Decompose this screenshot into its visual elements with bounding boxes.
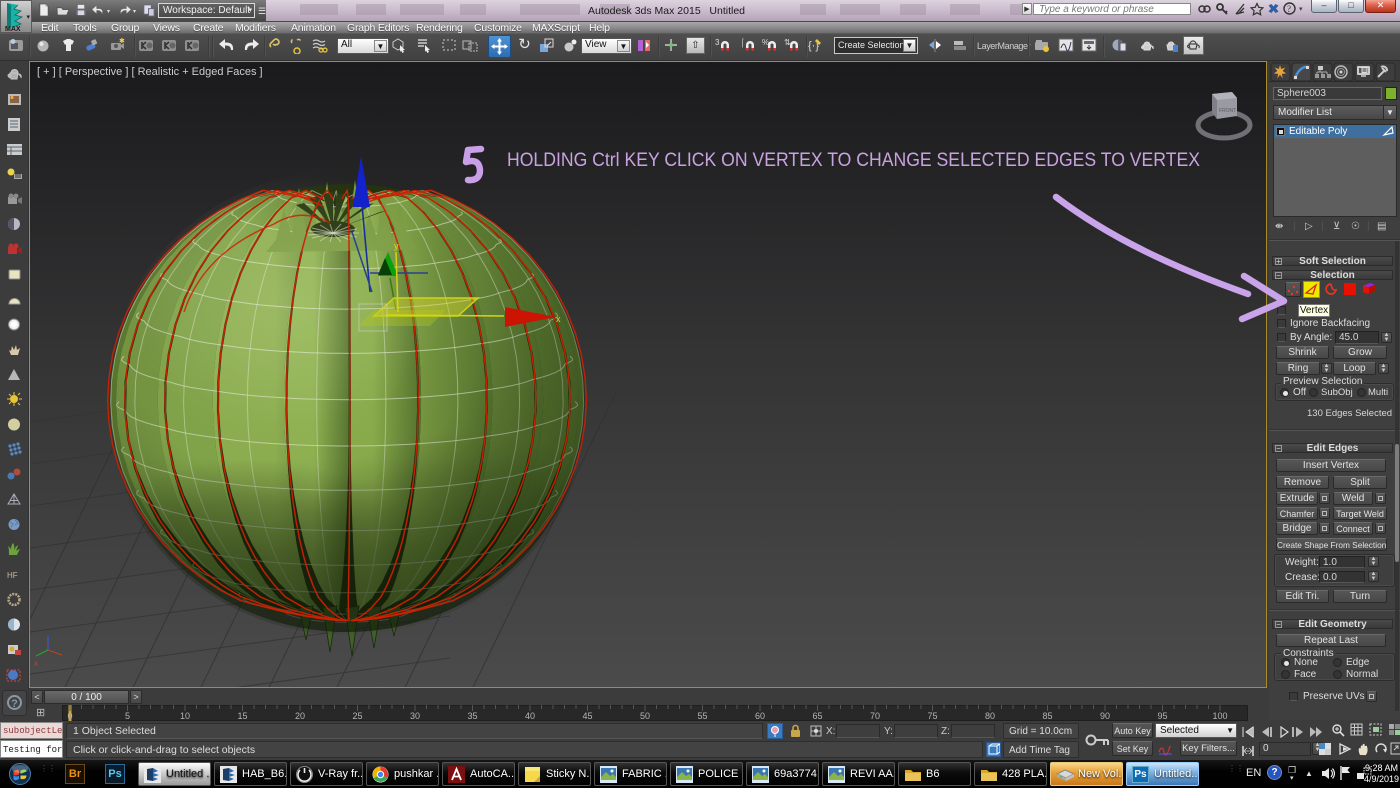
svg-text:5: 5 [125, 711, 130, 721]
svg-text:y: y [394, 241, 399, 251]
svg-text:10: 10 [180, 711, 190, 721]
svg-text:20: 20 [295, 711, 305, 721]
svg-text:⇅: ⇅ [784, 38, 791, 47]
svg-text:50: 50 [640, 711, 650, 721]
svg-text:FRONT: FRONT [1219, 108, 1236, 114]
svg-text:?: ? [1287, 4, 1291, 14]
svg-text:45: 45 [582, 711, 592, 721]
svg-text:30: 30 [410, 711, 420, 721]
svg-text:25: 25 [352, 711, 362, 721]
svg-text:40: 40 [525, 711, 535, 721]
svg-text:⌠: ⌠ [740, 38, 745, 48]
svg-text:90: 90 [1100, 711, 1110, 721]
svg-text:HF: HF [7, 571, 18, 580]
svg-text:15: 15 [237, 711, 247, 721]
svg-text:60: 60 [755, 711, 765, 721]
svg-text:75: 75 [927, 711, 937, 721]
svg-text:✱: ✱ [119, 37, 125, 45]
svg-text:0: 0 [67, 711, 72, 721]
svg-text:35: 35 [467, 711, 477, 721]
svg-text:MAX: MAX [5, 26, 21, 32]
svg-text:55: 55 [697, 711, 707, 721]
svg-text:70: 70 [870, 711, 880, 721]
svg-text:65: 65 [812, 711, 822, 721]
svg-text:80: 80 [985, 711, 995, 721]
svg-text:100: 100 [1212, 711, 1227, 721]
svg-text:[ + ] [ Perspective ] [ Realis: [ + ] [ Perspective ] [ Realistic + Edge… [37, 66, 263, 78]
svg-text:85: 85 [1042, 711, 1052, 721]
svg-text:95: 95 [1157, 711, 1167, 721]
svg-text:x: x [556, 314, 561, 324]
svg-text:x: x [34, 659, 38, 668]
svg-text:3: 3 [715, 38, 720, 47]
